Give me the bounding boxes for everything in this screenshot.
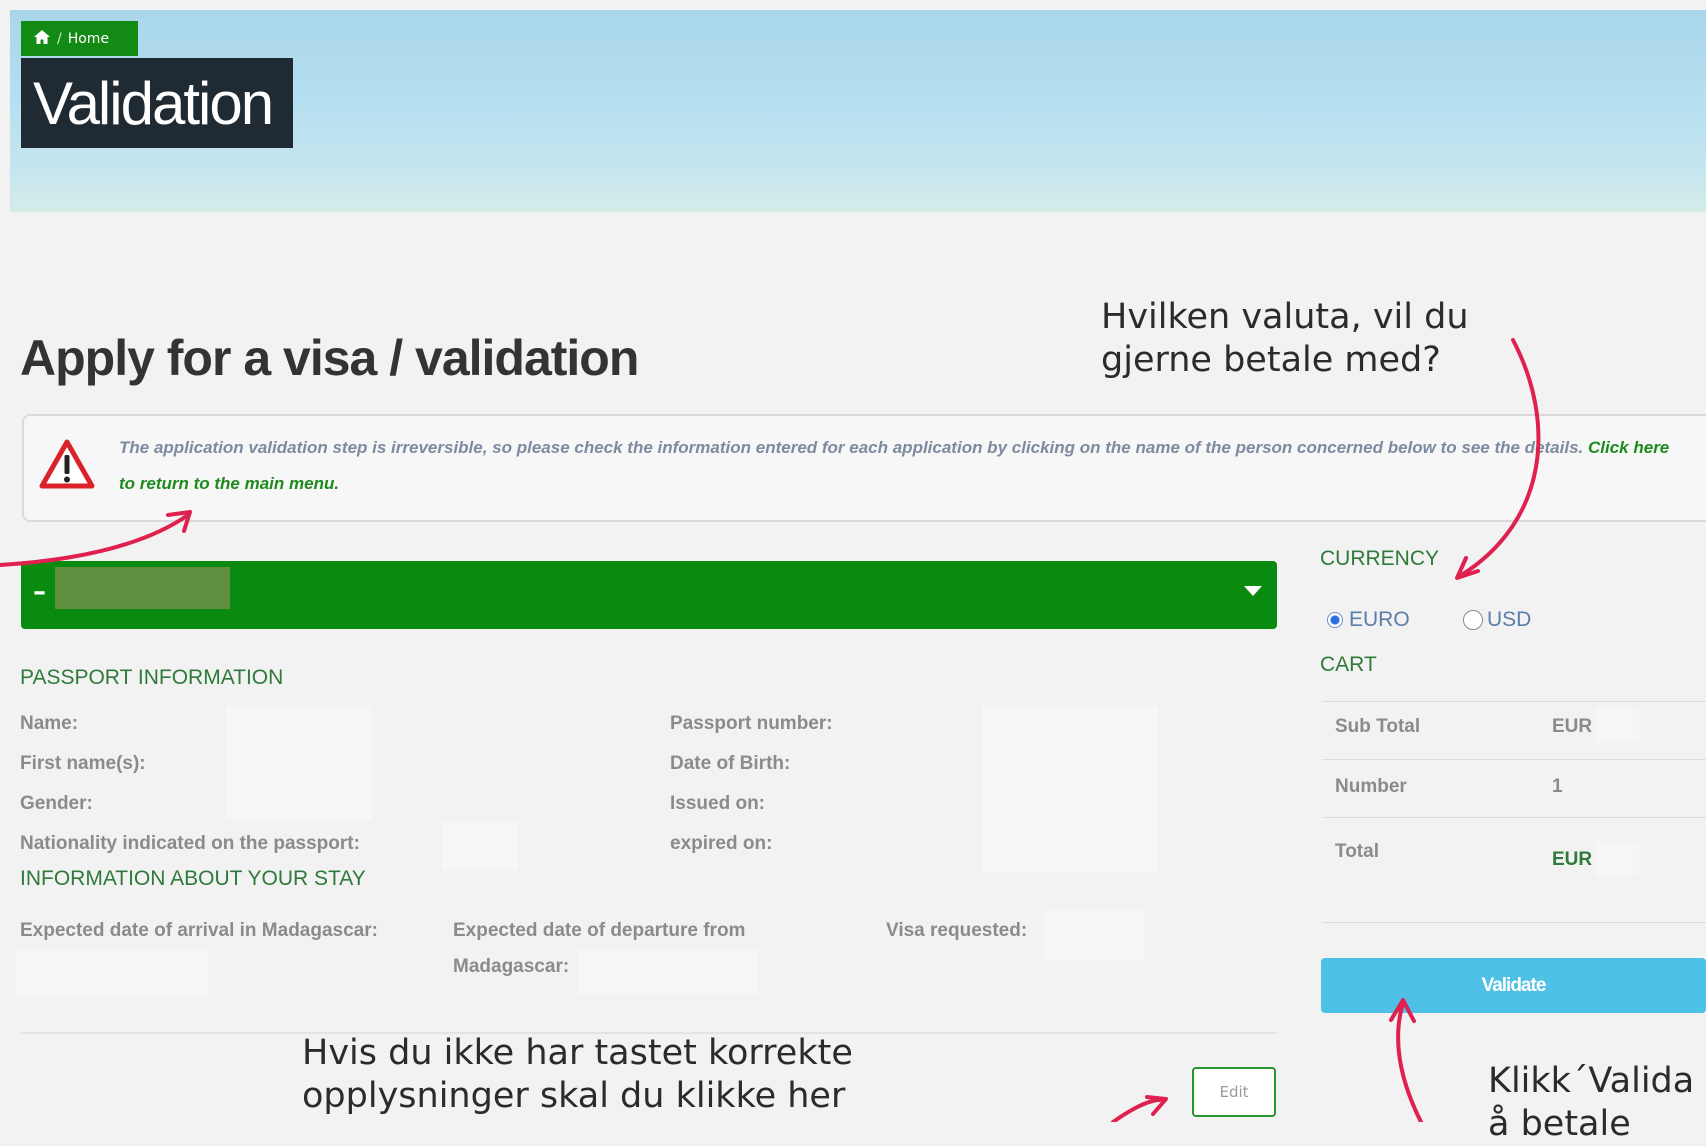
arrow-to-usd-option (1458, 338, 1541, 578)
arrow-to-validate-button (1396, 1001, 1423, 1122)
annotation-arrows (0, 338, 1541, 1122)
arrowhead (1145, 1095, 1168, 1116)
arrow-to-main-menu-link (0, 513, 190, 567)
